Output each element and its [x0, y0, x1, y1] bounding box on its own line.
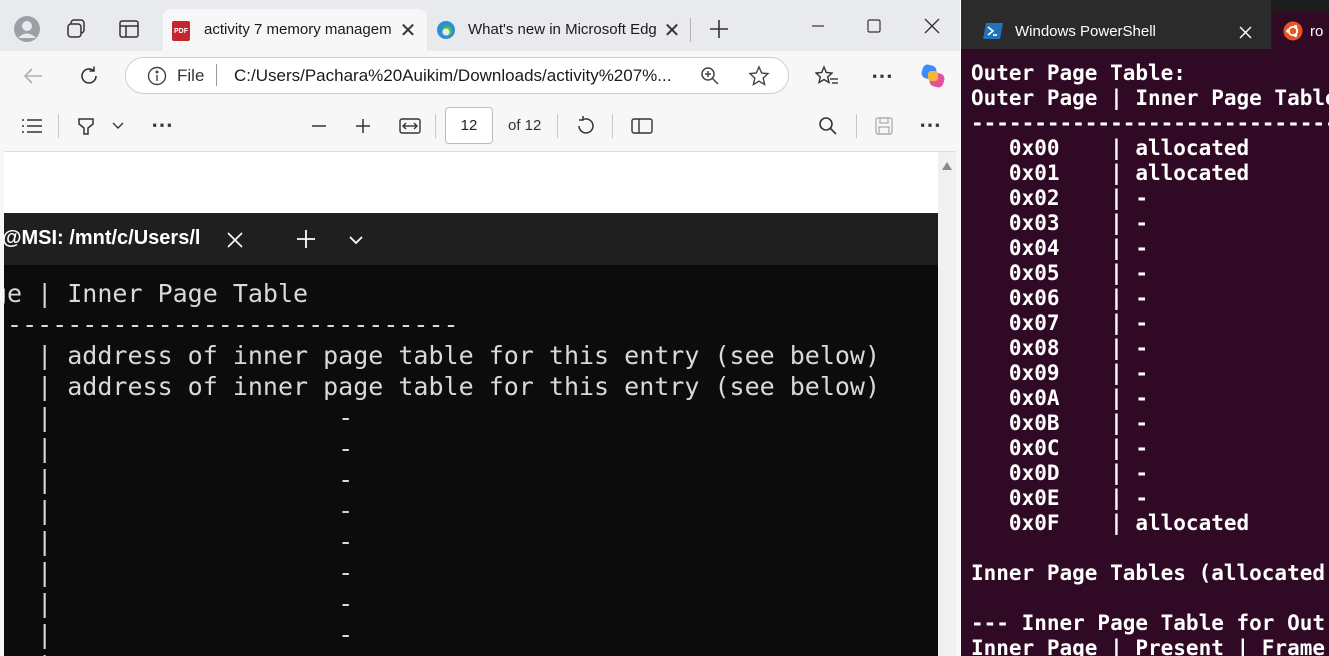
refresh-icon[interactable] [76, 63, 102, 89]
chevron-down-icon[interactable] [110, 118, 126, 134]
maximize-icon[interactable] [862, 14, 886, 38]
zoom-out-icon[interactable] [308, 115, 330, 137]
terminal-line: 0x0A | - [971, 386, 1149, 410]
zoom-icon[interactable] [698, 65, 722, 87]
address-divider [216, 64, 217, 86]
terminal-line: 0x04 | - [971, 236, 1149, 260]
fit-to-width-icon[interactable] [397, 114, 423, 138]
save-icon[interactable] [872, 114, 896, 138]
terminal-line: --- Inner Page Table for Out [971, 611, 1326, 635]
rotate-icon[interactable] [573, 113, 599, 139]
new-tab-icon[interactable] [706, 16, 732, 42]
toolbar-divider [58, 114, 59, 138]
profile-avatar[interactable] [12, 14, 42, 44]
tab-ubuntu-title: ro [1310, 23, 1324, 40]
terminal-line: 0x0E | - [971, 486, 1149, 510]
workspaces-icon[interactable] [63, 16, 89, 42]
terminal-line: 0x09 | - [971, 361, 1149, 385]
minimize-icon[interactable] [806, 14, 830, 38]
terminal-line: 0x07 | - [971, 311, 1149, 335]
terminal-line: 0x05 | - [971, 261, 1149, 285]
toolbar-divider [612, 114, 613, 138]
terminal-line: Inner Page Tables (allocated [971, 561, 1326, 585]
info-icon[interactable] [146, 65, 168, 87]
page-number-input[interactable]: 12 [445, 107, 493, 144]
terminal-line: 0x01 | allocated [971, 161, 1250, 185]
close-window-icon[interactable] [920, 14, 944, 38]
embedded-line: | - [4, 589, 354, 618]
terminal-line: Outer Page Table: [971, 61, 1186, 85]
terminal-line: 0x08 | - [971, 336, 1149, 360]
embedded-terminal-screenshot: @MSI: /mnt/c/Users/l ge | Inner Page Tab… [4, 213, 938, 656]
embedded-line: | - [4, 465, 354, 494]
embedded-line: | - [4, 434, 354, 463]
embedded-line: | - [4, 558, 354, 587]
search-icon[interactable] [816, 114, 840, 138]
address-scheme: File [177, 66, 205, 85]
scrollbar[interactable] [938, 152, 956, 656]
tab-edge-title[interactable]: What's new in Microsoft Edg [468, 21, 656, 38]
page-view-icon[interactable] [629, 114, 655, 138]
toolbar-divider [557, 114, 558, 138]
tab-powershell-title: Windows PowerShell [1015, 23, 1156, 40]
favorite-star-icon[interactable] [747, 64, 771, 88]
close-icon [224, 229, 246, 251]
embedded-line: ------------------------------- [4, 310, 459, 339]
close-tab-icon[interactable]: ✕ [662, 20, 682, 42]
toolbar-divider [435, 114, 436, 138]
page-count-label: of 12 [508, 117, 542, 134]
embedded-tab-title: @MSI: /mnt/c/Users/l [4, 227, 201, 249]
terminal-line: 0x0F | allocated [971, 511, 1250, 535]
close-tab-icon[interactable] [1235, 22, 1255, 42]
embedded-line: | - [4, 620, 354, 649]
embedded-line: | [4, 650, 52, 656]
tab-divider [690, 18, 691, 42]
terminal-line: Inner Page | Present | Frame [971, 636, 1326, 656]
settings-more-icon[interactable]: ⋯ [869, 63, 895, 88]
ubuntu-icon [1283, 21, 1303, 41]
terminal-line: 0x06 | - [971, 286, 1149, 310]
terminal-line: Outer Page | Inner Page Table [971, 86, 1329, 110]
embedded-line: | address of inner page table for this e… [4, 372, 881, 401]
powershell-icon [983, 22, 1003, 40]
embedded-line: ge | Inner Page Table [4, 279, 309, 308]
terminal-line: 0x00 | allocated [971, 136, 1250, 160]
embedded-line: | - [4, 403, 354, 432]
embedded-line: | - [4, 527, 354, 556]
terminal-line: 0x0D | - [971, 461, 1149, 485]
edge-icon [435, 19, 457, 41]
pdf-more-icon[interactable]: ⋯ [916, 112, 944, 137]
zoom-in-icon[interactable] [352, 115, 374, 137]
edge-window: PDF activity 7 memory managem ✕ What's n… [0, 0, 960, 656]
vertical-tabs-icon[interactable] [116, 16, 142, 42]
address-url[interactable]: C:/Users/Pachara%20Auikim/Downloads/acti… [234, 66, 684, 86]
chevron-down-icon [344, 231, 368, 249]
terminal-line: 0x0B | - [971, 411, 1149, 435]
copilot-icon[interactable] [918, 60, 948, 92]
embedded-line: | - [4, 496, 354, 525]
terminal-line: 0x02 | - [971, 186, 1149, 210]
terminal-line: 0x03 | - [971, 211, 1149, 235]
close-tab-icon[interactable]: ✕ [398, 20, 418, 42]
favorites-icon[interactable] [814, 64, 840, 88]
terminal-line: 0x0C | - [971, 436, 1149, 460]
toolbar-divider [856, 114, 857, 138]
pdf-icon: PDF [172, 21, 190, 41]
embedded-line: | address of inner page table for this e… [4, 341, 881, 370]
powershell-window: Windows PowerShell ro Outer Page Table: … [961, 0, 1329, 656]
tab-pdf-title: activity 7 memory managem [204, 21, 392, 38]
terminal-line: ------------------------------------ [971, 111, 1329, 135]
highlight-icon[interactable] [74, 114, 98, 138]
back-icon[interactable] [20, 63, 46, 89]
more-tools-icon[interactable]: ⋯ [148, 112, 176, 137]
plus-icon [294, 227, 318, 251]
contents-list-icon[interactable] [20, 115, 44, 137]
